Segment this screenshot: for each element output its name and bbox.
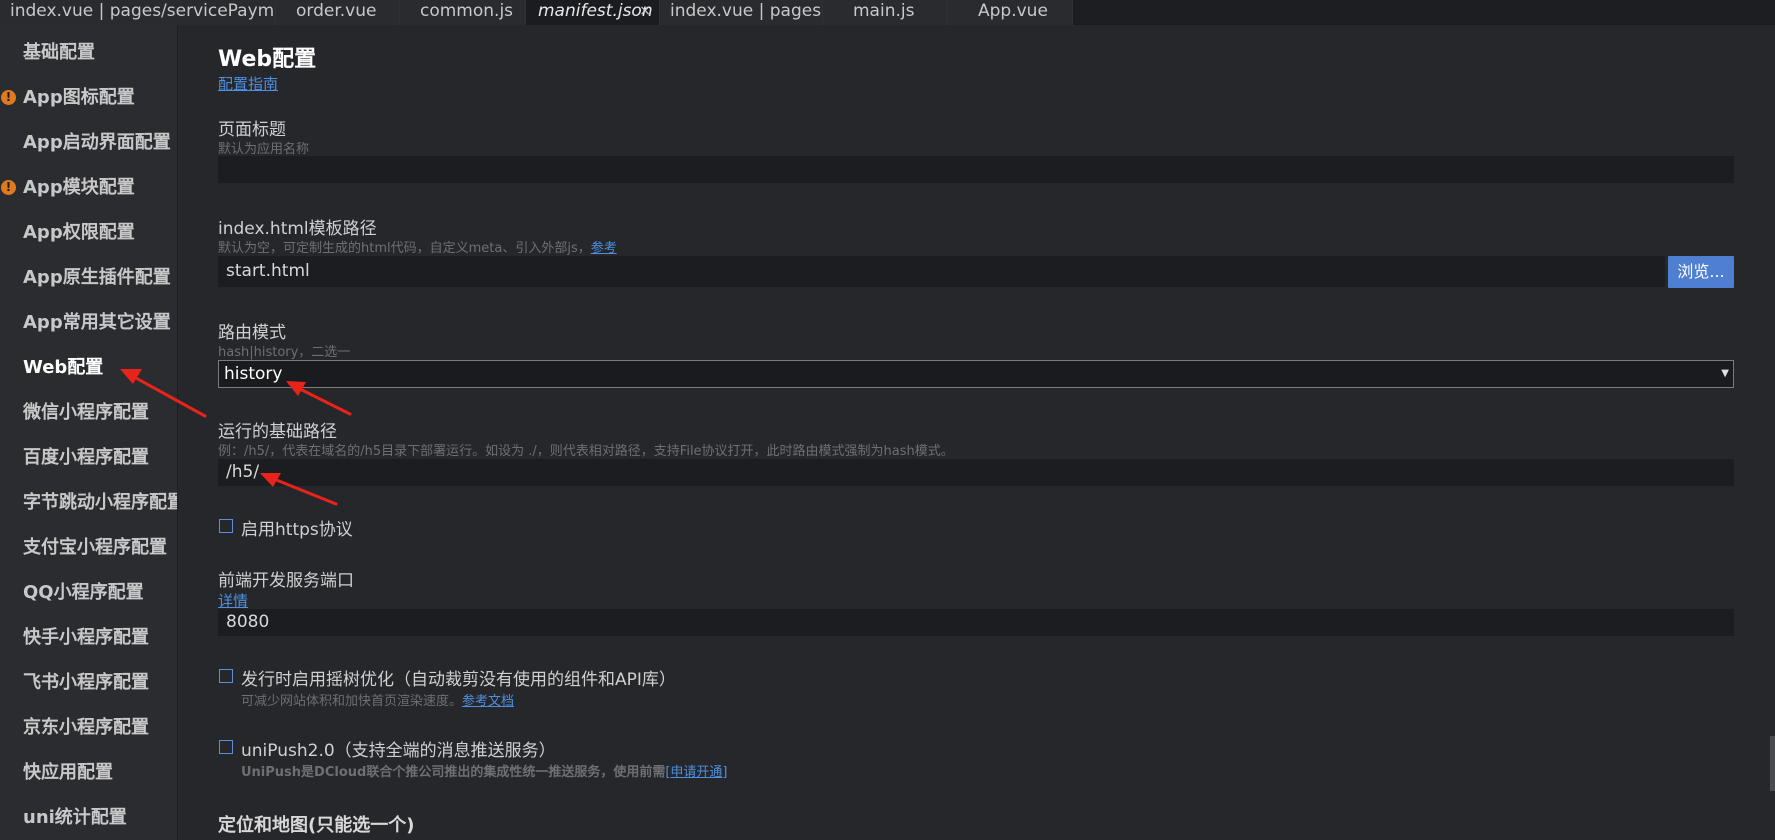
https-label: 启用https协议 bbox=[241, 520, 353, 540]
page-title-label: 页面标题 bbox=[218, 120, 286, 140]
template-reference-link[interactable]: 参考 bbox=[591, 241, 617, 256]
sidebar-item-app-native-plugins[interactable]: App原生插件配置 bbox=[0, 263, 177, 293]
sidebar-item-app-permissions[interactable]: App权限配置 bbox=[0, 218, 177, 248]
sidebar-item-qq[interactable]: QQ小程序配置 bbox=[0, 578, 177, 608]
sidebar-item-label: App模块配置 bbox=[23, 177, 135, 198]
dev-port-details-link[interactable]: 详情 bbox=[218, 590, 248, 611]
tab-index-vue-servicepayment[interactable]: index.vue | pages/servicePayment bbox=[0, 0, 276, 25]
unipush-apply-link[interactable]: [申请开通] bbox=[665, 765, 727, 780]
close-icon[interactable]: × bbox=[639, 0, 651, 22]
page-title-input[interactable] bbox=[218, 156, 1734, 183]
base-path-label: 运行的基础路径 bbox=[218, 422, 337, 442]
browse-button[interactable]: 浏览... bbox=[1668, 256, 1734, 288]
chevron-down-icon: ▼ bbox=[1721, 368, 1729, 379]
sidebar-item-label: QQ小程序配置 bbox=[23, 582, 144, 603]
editor-tab-bar: index.vue | pages/servicePayment order.v… bbox=[0, 0, 1775, 25]
sidebar-item-label: App图标配置 bbox=[23, 87, 135, 108]
template-path-label: index.html模板路径 bbox=[218, 219, 377, 239]
sidebar-item-label: App常用其它设置 bbox=[23, 312, 171, 333]
sidebar-item-jd[interactable]: 京东小程序配置 bbox=[0, 713, 177, 743]
settings-sidebar: 基础配置 ! App图标配置 App启动界面配置 ! App模块配置 App权限配置… bbox=[0, 25, 178, 840]
tab-label: main.js bbox=[853, 1, 915, 21]
template-path-hint-text: 默认为空，可定制生成的html代码，自定义meta、引入外部js， bbox=[218, 241, 591, 256]
sidebar-item-quickapp[interactable]: 快应用配置 bbox=[0, 758, 177, 788]
treeshake-hint-text: 可减少网站体积和加快首页渲染速度。 bbox=[241, 694, 463, 709]
tab-label: order.vue bbox=[296, 1, 377, 21]
router-mode-hint: hash|history，二选一 bbox=[218, 345, 351, 360]
sidebar-item-label: 飞书小程序配置 bbox=[23, 672, 149, 693]
unipush-checkbox[interactable] bbox=[219, 740, 233, 754]
tab-manifest-json[interactable]: manifest.json × bbox=[526, 0, 660, 25]
tab-order-vue[interactable]: order.vue bbox=[276, 0, 400, 25]
sidebar-item-weixin[interactable]: 微信小程序配置 bbox=[0, 398, 177, 428]
sidebar-item-label: App启动界面配置 bbox=[23, 132, 171, 153]
sidebar-item-web[interactable]: Web配置 bbox=[0, 353, 177, 383]
unipush-hint: UniPush是DCloud联合个推公司推出的集成性统一推送服务，使用前需[申请… bbox=[241, 761, 727, 780]
tab-app-vue[interactable]: App.vue bbox=[948, 0, 1073, 25]
web-config-panel: Web配置 配置指南 页面标题 默认为应用名称 index.html模板路径 默… bbox=[179, 25, 1775, 840]
sidebar-item-label: 快手小程序配置 bbox=[23, 627, 149, 648]
treeshake-label: 发行时启用摇树优化（自动裁剪没有使用的组件和API库） bbox=[241, 670, 676, 690]
sidebar-item-app-splash[interactable]: App启动界面配置 bbox=[0, 128, 177, 158]
sidebar-item-label: Web配置 bbox=[23, 357, 104, 378]
sidebar-item-feishu[interactable]: 飞书小程序配置 bbox=[0, 668, 177, 698]
sidebar-item-label: 微信小程序配置 bbox=[23, 402, 149, 423]
router-mode-select[interactable]: history ▼ bbox=[218, 360, 1734, 388]
sidebar-item-baidu[interactable]: 百度小程序配置 bbox=[0, 443, 177, 473]
sidebar-item-label: 字节跳动小程序配置 bbox=[23, 492, 178, 513]
template-path-input[interactable]: start.html bbox=[218, 256, 1665, 287]
sidebar-item-label: uni统计配置 bbox=[23, 807, 127, 828]
sidebar-item-app-modules[interactable]: ! App模块配置 bbox=[0, 173, 177, 203]
tab-label: index.vue | pages/servicePayment bbox=[10, 1, 276, 21]
sidebar-item-app-other[interactable]: App常用其它设置 bbox=[0, 308, 177, 338]
template-path-hint: 默认为空，可定制生成的html代码，自定义meta、引入外部js，参考 bbox=[218, 237, 617, 256]
sidebar-item-label: 快应用配置 bbox=[23, 762, 113, 783]
base-path-hint: 例：/h5/，代表在域名的/h5目录下部署运行。如设为 ./，则代表相对路径，支… bbox=[218, 444, 954, 459]
unipush-hint-text: UniPush是DCloud联合个推公司推出的集成性统一推送服务，使用前需 bbox=[241, 765, 666, 780]
sidebar-item-kuaishou[interactable]: 快手小程序配置 bbox=[0, 623, 177, 653]
scrollbar-thumb[interactable] bbox=[1770, 736, 1775, 791]
tab-main-js[interactable]: main.js bbox=[823, 0, 948, 25]
tab-label: index.vue | pages bbox=[670, 1, 822, 21]
tab-common-js[interactable]: common.js bbox=[400, 0, 526, 25]
sidebar-item-label: 基础配置 bbox=[23, 42, 95, 63]
treeshake-hint: 可减少网站体积和加快首页渲染速度。参考文档 bbox=[241, 690, 514, 709]
page-title-hint: 默认为应用名称 bbox=[218, 142, 310, 157]
unipush-label: uniPush2.0（支持全端的消息推送服务） bbox=[241, 741, 556, 761]
tab-label: App.vue bbox=[978, 1, 1048, 21]
warning-icon: ! bbox=[1, 90, 16, 105]
sidebar-item-label: 京东小程序配置 bbox=[23, 717, 149, 738]
warning-icon: ! bbox=[1, 180, 16, 195]
tab-label: common.js bbox=[420, 1, 514, 21]
sidebar-item-label: 支付宝小程序配置 bbox=[23, 537, 167, 558]
sidebar-item-toutiao[interactable]: 字节跳动小程序配置 bbox=[0, 488, 178, 518]
sidebar-item-label: 百度小程序配置 bbox=[23, 447, 149, 468]
sidebar-item-alipay[interactable]: 支付宝小程序配置 bbox=[0, 533, 177, 563]
dev-port-label: 前端开发服务端口 bbox=[218, 571, 354, 591]
sidebar-item-app-icon[interactable]: ! App图标配置 bbox=[0, 83, 177, 113]
router-mode-value: history bbox=[224, 364, 283, 384]
base-path-input[interactable]: /h5/ bbox=[218, 459, 1734, 486]
tab-index-vue-pages[interactable]: index.vue | pages bbox=[660, 0, 823, 25]
sidebar-item-uni-stat[interactable]: uni统计配置 bbox=[0, 803, 177, 833]
tab-label: manifest.json bbox=[538, 1, 653, 21]
dev-port-input[interactable]: 8080 bbox=[218, 609, 1734, 636]
https-checkbox[interactable] bbox=[219, 519, 233, 533]
router-mode-label: 路由模式 bbox=[218, 323, 286, 343]
treeshake-checkbox[interactable] bbox=[219, 669, 233, 683]
sidebar-item-label: App原生插件配置 bbox=[23, 267, 171, 288]
location-section-title: 定位和地图(只能选一个) bbox=[218, 815, 415, 836]
sidebar-item-basic[interactable]: 基础配置 bbox=[0, 38, 177, 68]
treeshake-docs-link[interactable]: 参考文档 bbox=[462, 694, 514, 709]
page-title: Web配置 bbox=[218, 47, 317, 72]
config-guide-link[interactable]: 配置指南 bbox=[218, 73, 278, 94]
sidebar-item-label: App权限配置 bbox=[23, 222, 135, 243]
